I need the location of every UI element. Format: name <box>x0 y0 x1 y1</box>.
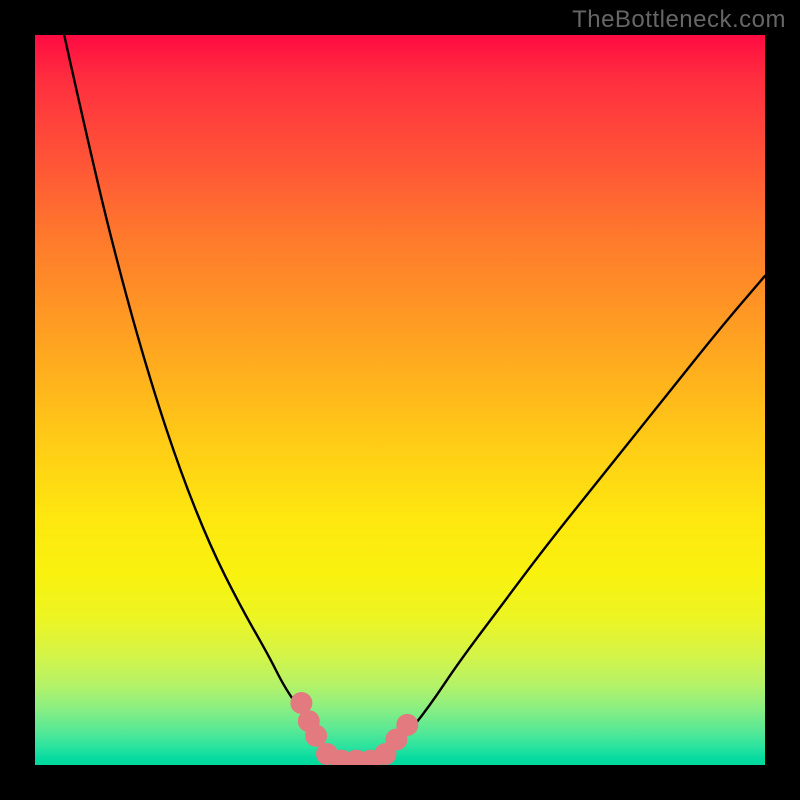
plot-area <box>35 35 765 765</box>
data-marker <box>396 714 418 736</box>
chart-frame: TheBottleneck.com <box>0 0 800 800</box>
watermark-text: TheBottleneck.com <box>572 6 786 34</box>
marker-group <box>290 692 418 765</box>
marker-layer <box>35 35 765 765</box>
